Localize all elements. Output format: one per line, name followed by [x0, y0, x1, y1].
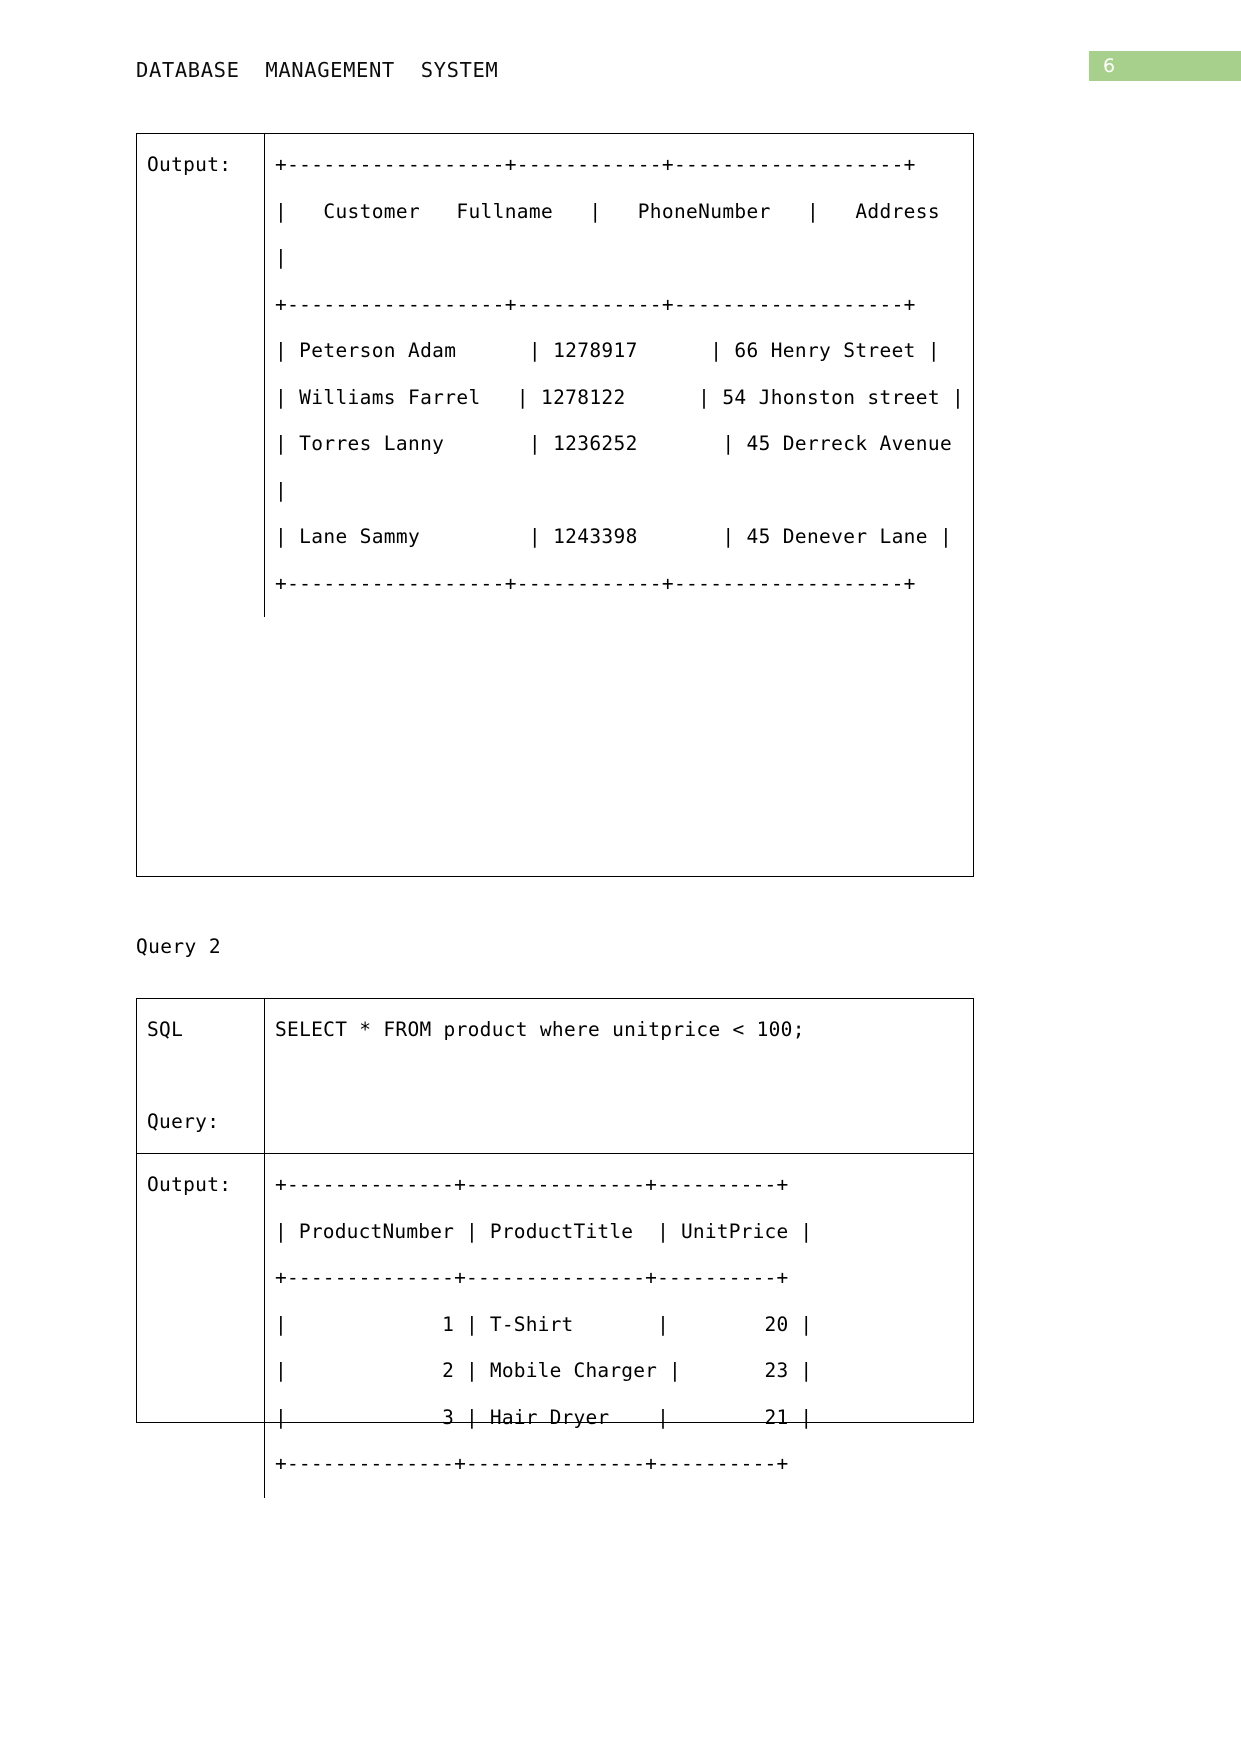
output-label: Output:: [147, 153, 232, 176]
sql-label-cell: SQL Query:: [137, 999, 265, 1153]
table-row: Output: +------------------+------------…: [137, 134, 973, 617]
sql-body-cell: SELECT * FROM product where unitprice < …: [265, 999, 973, 1153]
output-label-cell: Output:: [137, 1154, 265, 1498]
page-title: DATABASE MANAGEMENT SYSTEM: [136, 58, 499, 82]
sql-query-label: SQL Query:: [147, 1018, 220, 1133]
table-row: SQL Query: SELECT * FROM product where u…: [137, 999, 973, 1153]
document-page: DATABASE MANAGEMENT SYSTEM 6 Output: +--…: [0, 0, 1241, 1754]
output-label-cell: Output:: [137, 134, 265, 617]
query-2-console-output: +--------------+---------------+--------…: [275, 1173, 813, 1475]
query-2-table: SQL Query: SELECT * FROM product where u…: [136, 998, 974, 1498]
output-body-cell: +--------------+---------------+--------…: [265, 1154, 973, 1498]
output-body-cell: +------------------+------------+-------…: [265, 134, 973, 617]
page-number-label: 6: [1103, 55, 1116, 77]
output-label: Output:: [147, 1173, 232, 1196]
query-1-output-table: Output: +------------------+------------…: [136, 133, 974, 877]
sql-query-text: SELECT * FROM product where unitprice < …: [275, 1018, 805, 1041]
page-number-badge: 6: [1089, 51, 1241, 81]
table-row: Output: +--------------+---------------+…: [137, 1153, 973, 1498]
query-2-caption: Query 2: [136, 935, 221, 958]
query-1-console-output: +------------------+------------+-------…: [275, 153, 965, 595]
